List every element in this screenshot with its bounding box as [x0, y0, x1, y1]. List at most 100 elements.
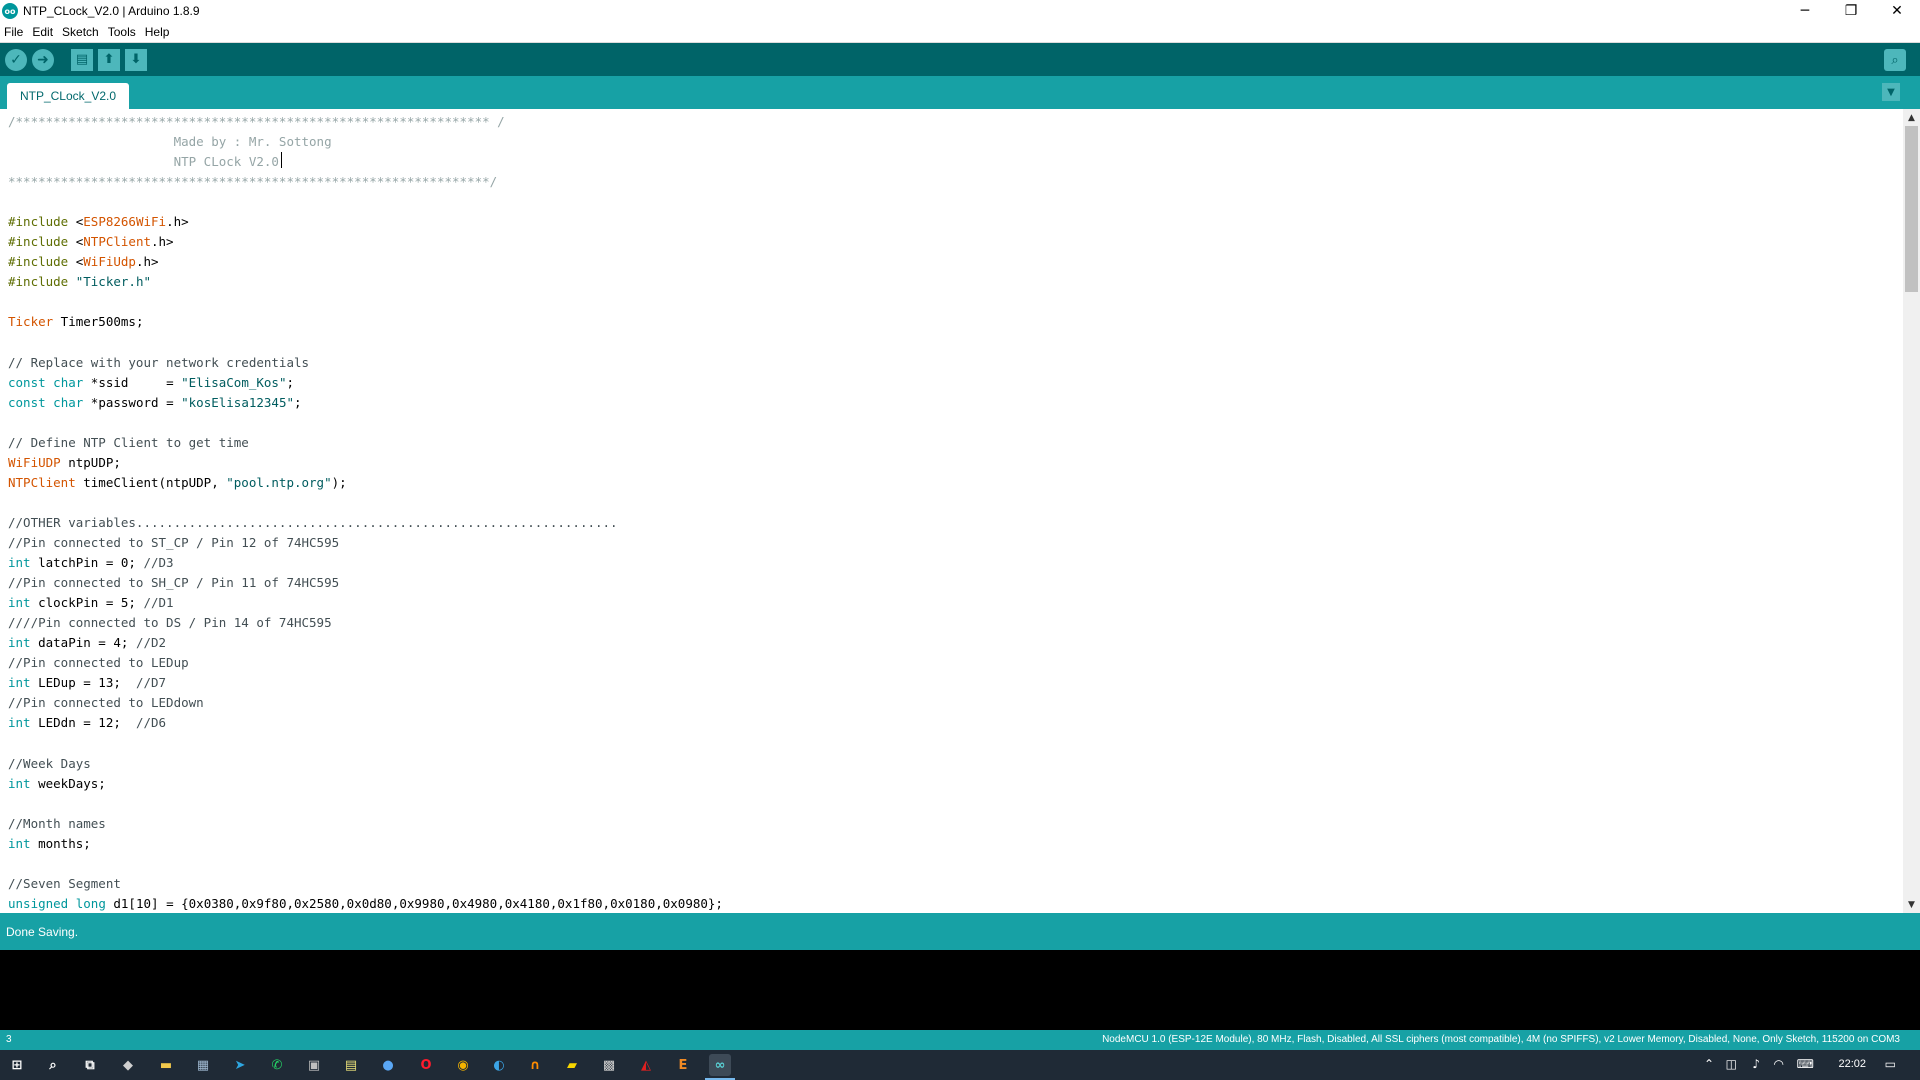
- code-line[interactable]: #include <ESP8266WiFi.h>: [8, 212, 723, 232]
- code-token: .h>: [166, 214, 189, 230]
- code-line[interactable]: int clockPin = 5; //D1: [8, 593, 723, 613]
- code-line[interactable]: // Define NTP Client to get time: [8, 433, 723, 453]
- code-line[interactable]: [8, 733, 723, 753]
- restore-button[interactable]: ❐: [1828, 0, 1874, 22]
- code-line[interactable]: const char *ssid = "ElisaCom_Kos";: [8, 373, 723, 393]
- search-icon[interactable]: ⌕: [42, 1054, 64, 1076]
- code-line[interactable]: int dataPin = 4; //D2: [8, 633, 723, 653]
- wifi-icon[interactable]: ◠: [1774, 1057, 1784, 1071]
- code-line[interactable]: //OTHER variables.......................…: [8, 513, 723, 533]
- code-line[interactable]: //Month names: [8, 814, 723, 834]
- code-token: //OTHER variables.......................…: [8, 514, 618, 530]
- code-line[interactable]: #include <WiFiUdp.h>: [8, 252, 723, 272]
- verify-button[interactable]: ✓: [5, 48, 27, 71]
- save-button[interactable]: ⬇: [125, 48, 147, 71]
- code-line[interactable]: [8, 413, 723, 433]
- task-view-icon[interactable]: ⧉: [79, 1054, 101, 1076]
- close-button[interactable]: ✕: [1874, 0, 1920, 22]
- app-icon-2[interactable]: ▣: [303, 1054, 325, 1076]
- code-token: d1[10] = {0x0380,0x9f80,0x2580,0x0d80,0x…: [105, 895, 723, 911]
- code-line[interactable]: [8, 854, 723, 874]
- code-text[interactable]: /***************************************…: [8, 112, 723, 913]
- app-icon-5[interactable]: E: [672, 1054, 694, 1076]
- code-line[interactable]: //Seven Segment: [8, 874, 723, 894]
- start-icon[interactable]: ⊞: [6, 1054, 28, 1076]
- code-line[interactable]: ////Pin connected to DS / Pin 14 of 74HC…: [8, 613, 723, 633]
- code-line[interactable]: Made by : Mr. Sottong: [8, 132, 723, 152]
- edge-icon[interactable]: ◐: [488, 1054, 510, 1076]
- code-line[interactable]: #include <NTPClient.h>: [8, 232, 723, 252]
- code-line[interactable]: [8, 333, 723, 353]
- code-token: LEDdn = 12;: [30, 715, 136, 731]
- code-line[interactable]: WiFiUDP ntpUDP;: [8, 453, 723, 473]
- scrollbar-thumb[interactable]: [1905, 126, 1918, 292]
- arduino-icon[interactable]: ∞: [705, 1054, 735, 1080]
- new-button[interactable]: ▤: [71, 48, 93, 71]
- code-line[interactable]: //Pin connected to SH_CP / Pin 11 of 74H…: [8, 573, 723, 593]
- whatsapp-icon[interactable]: ✆: [266, 1054, 288, 1076]
- calculator-icon[interactable]: ▦: [192, 1054, 214, 1076]
- acrobat-icon[interactable]: ◭: [635, 1054, 657, 1076]
- code-line[interactable]: int LEDdn = 12; //D6: [8, 713, 723, 733]
- code-editor[interactable]: /***************************************…: [0, 109, 1920, 913]
- serial-monitor-button[interactable]: ⌕: [1884, 49, 1906, 71]
- chrome-icon[interactable]: ◉: [452, 1054, 474, 1076]
- code-line[interactable]: [8, 192, 723, 212]
- code-line[interactable]: unsigned long d1[10] = {0x0380,0x9f80,0x…: [8, 894, 723, 913]
- code-line[interactable]: const char *password = "kosElisa12345";: [8, 393, 723, 413]
- code-token: Made by : Mr. Sottong: [8, 134, 332, 150]
- console-output[interactable]: [0, 950, 1920, 1030]
- code-line[interactable]: [8, 292, 723, 312]
- tab-menu-button[interactable]: ▼: [1882, 83, 1900, 101]
- telegram-icon[interactable]: ➤: [229, 1054, 251, 1076]
- chevron-down-icon: ▼: [1887, 86, 1895, 98]
- code-line[interactable]: int latchPin = 0; //D3: [8, 553, 723, 573]
- code-line[interactable]: NTPClient timeClient(ntpUDP, "pool.ntp.o…: [8, 473, 723, 493]
- notes-icon[interactable]: ▤: [340, 1054, 362, 1076]
- code-line[interactable]: // Replace with your network credentials: [8, 353, 723, 373]
- code-token: //Week Days: [8, 755, 91, 771]
- menu-sketch[interactable]: Sketch: [62, 25, 99, 39]
- code-line[interactable]: /***************************************…: [8, 112, 723, 132]
- scroll-up-icon[interactable]: ▲: [1903, 109, 1920, 126]
- app-icon-1[interactable]: ◆: [117, 1054, 139, 1076]
- code-line[interactable]: //Pin connected to LEDdown: [8, 693, 723, 713]
- messenger-icon[interactable]: ●: [377, 1054, 399, 1076]
- open-button[interactable]: ⬆: [98, 48, 120, 71]
- code-line[interactable]: ****************************************…: [8, 172, 723, 192]
- code-line[interactable]: NTP CLock V2.0: [8, 152, 723, 172]
- scroll-down-icon[interactable]: ▼: [1903, 896, 1920, 913]
- arrow-right-icon: ➜: [37, 51, 49, 68]
- code-token: ;: [294, 394, 302, 410]
- code-line[interactable]: //Pin connected to ST_CP / Pin 12 of 74H…: [8, 533, 723, 553]
- code-line[interactable]: //Pin connected to LEDup: [8, 653, 723, 673]
- code-line[interactable]: #include "Ticker.h": [8, 272, 723, 292]
- code-token: "kosElisa12345": [181, 394, 295, 410]
- code-line[interactable]: Ticker Timer500ms;: [8, 312, 723, 332]
- taskbar-clock[interactable]: 22:02: [1838, 1058, 1866, 1070]
- upload-button[interactable]: ➜: [32, 48, 54, 71]
- vertical-scrollbar[interactable]: ▲ ▼: [1903, 109, 1920, 913]
- menu-help[interactable]: Help: [145, 25, 170, 39]
- code-line[interactable]: int weekDays;: [8, 774, 723, 794]
- notification-icon[interactable]: ▭: [1885, 1057, 1896, 1071]
- menu-tools[interactable]: Tools: [108, 25, 136, 39]
- tray-chevron-icon[interactable]: ⌃: [1704, 1057, 1714, 1071]
- menu-file[interactable]: File: [4, 25, 23, 39]
- app-icon-4[interactable]: ▩: [598, 1054, 620, 1076]
- code-line[interactable]: int LEDup = 13; //D7: [8, 673, 723, 693]
- minimize-button[interactable]: ─: [1782, 0, 1828, 22]
- sticky-notes-icon[interactable]: ▰: [561, 1054, 583, 1076]
- code-line[interactable]: int months;: [8, 834, 723, 854]
- opera-icon[interactable]: O: [415, 1054, 437, 1076]
- code-line[interactable]: //Week Days: [8, 754, 723, 774]
- code-line[interactable]: [8, 794, 723, 814]
- menu-edit[interactable]: Edit: [32, 25, 53, 39]
- volume-icon[interactable]: ♪: [1752, 1057, 1760, 1071]
- meet-now-icon[interactable]: ◫: [1726, 1057, 1737, 1071]
- keyboard-icon[interactable]: ⌨: [1797, 1057, 1814, 1071]
- app-icon-3[interactable]: ∩: [524, 1054, 546, 1076]
- file-explorer-icon[interactable]: ▬: [155, 1054, 177, 1076]
- tab-sketch[interactable]: NTP_CLock_V2.0: [7, 83, 129, 109]
- code-line[interactable]: [8, 493, 723, 513]
